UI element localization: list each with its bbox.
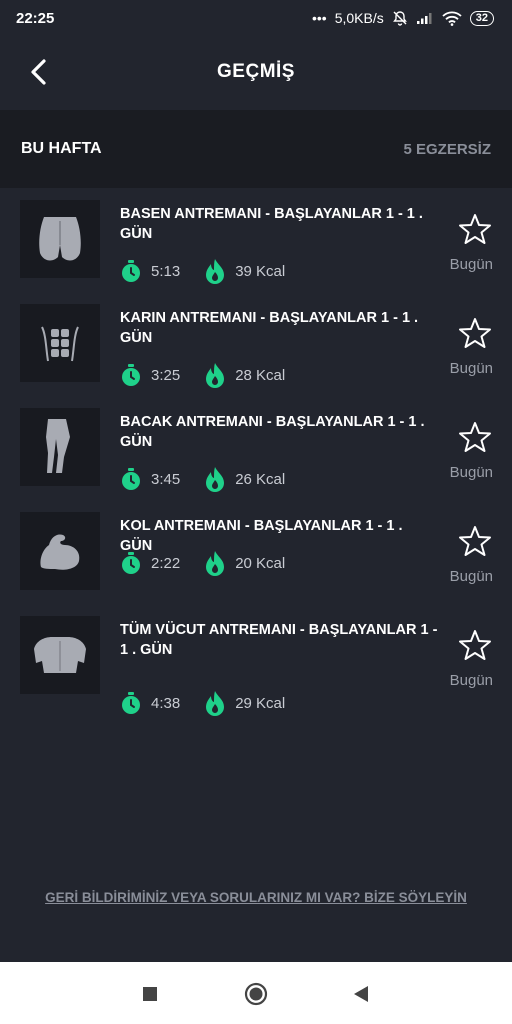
duration-stat: 3:25 [120,363,180,387]
calories-value: 26 Kcal [235,470,286,488]
abs-icon [41,326,79,362]
star-icon[interactable] [458,316,492,350]
workout-day: Bugün [449,464,493,481]
calories-stat: 28 Kcal [204,362,285,388]
app-header: GEÇMİŞ [0,36,512,108]
status-dots: ••• [312,10,327,26]
workout-title: BACAK ANTREMANI - BAŞLAYANLAR 1 - 1 . GÜ… [120,414,425,450]
calories-stat: 20 Kcal [204,550,285,576]
network-speed: 5,0KB/s [334,10,384,26]
feedback-link[interactable]: GERİ BİLDİRİMİNİZ VEYA SORULARINIZ MI VA… [0,890,512,905]
star-icon[interactable] [458,524,492,558]
workout-stats: 4:38 29 Kcal [120,690,285,716]
workout-thumbnail [20,304,100,382]
system-nav-bar [0,962,512,1024]
workout-title: BASEN ANTREMANI - BAŞLAYANLAR 1 - 1 . GÜ… [120,206,423,242]
workout-stats: 3:25 28 Kcal [120,362,285,388]
alarm-off-icon [392,10,408,26]
status-bar: 22:25 ••• 5,0KB/s 32 [0,0,512,36]
duration-stat: 2:22 [120,551,180,575]
calories-stat: 29 Kcal [204,690,285,716]
flame-icon [206,259,225,284]
star-icon[interactable] [458,628,492,662]
workout-thumbnail [20,408,100,486]
circle-icon [244,982,268,1006]
triangle-back-icon [354,986,368,1002]
duration-value: 5:13 [151,262,181,280]
glutes-icon [39,217,81,261]
star-icon[interactable] [458,212,492,246]
square-icon [143,987,157,1001]
page-title: GEÇMİŞ [217,61,295,82]
flame-icon [206,691,225,716]
duration-value: 2:22 [151,554,181,572]
workout-stats: 5:13 39 Kcal [120,258,285,284]
stopwatch-icon [122,552,140,574]
workout-day: Bugün [449,672,493,689]
workout-thumbnail [20,512,100,590]
calories-value: 20 Kcal [235,554,286,572]
stopwatch-icon [122,692,140,714]
status-time: 22:25 [16,9,55,27]
workout-item[interactable]: TÜM VÜCUT ANTREMANI - BAŞLAYANLAR 1 - 1 … [0,604,512,716]
week-title: BU HAFTA [21,140,102,157]
calories-value: 29 Kcal [235,694,286,712]
calories-value: 28 Kcal [235,366,286,384]
workout-thumbnail [20,200,100,278]
full-body-icon [34,637,86,673]
duration-stat: 5:13 [120,259,180,283]
flame-icon [206,551,225,576]
workout-day: Bugün [449,256,493,273]
workout-item[interactable]: KOL ANTREMANI - BAŞLAYANLAR 1 - 1 . GÜN … [0,500,512,596]
workout-day: Bugün [449,568,493,585]
stopwatch-icon [122,468,140,490]
back-nav-button[interactable] [350,983,372,1005]
workout-item[interactable]: BACAK ANTREMANI - BAŞLAYANLAR 1 - 1 . GÜ… [0,396,512,492]
calories-stat: 26 Kcal [204,466,285,492]
flame-icon [206,363,225,388]
workout-stats: 3:45 26 Kcal [120,466,285,492]
star-icon[interactable] [458,420,492,454]
battery-indicator: 32 [469,10,494,26]
week-summary-bar: BU HAFTA 5 EGZERSİZ [0,110,512,188]
workout-item[interactable]: BASEN ANTREMANI - BAŞLAYANLAR 1 - 1 . GÜ… [0,188,512,284]
duration-value: 4:38 [151,694,181,712]
workout-stats: 2:22 20 Kcal [120,550,285,576]
arm-icon [40,534,80,570]
workout-item[interactable]: KARIN ANTREMANI - BAŞLAYANLAR 1 - 1 . GÜ… [0,292,512,388]
exercise-count: 5 EGZERSİZ [403,140,491,158]
calories-value: 39 Kcal [235,262,286,280]
stopwatch-icon [122,260,140,282]
workout-thumbnail [20,616,100,694]
legs-icon [46,419,70,473]
workout-day: Bugün [449,360,493,377]
wifi-icon [442,11,462,26]
workout-title: TÜM VÜCUT ANTREMANI - BAŞLAYANLAR 1 - 1 … [120,622,438,658]
duration-value: 3:45 [151,470,181,488]
status-icons: ••• 5,0KB/s 32 [312,10,494,26]
duration-value: 3:25 [151,366,181,384]
workout-title: KARIN ANTREMANI - BAŞLAYANLAR 1 - 1 . GÜ… [120,310,419,346]
duration-stat: 4:38 [120,691,180,715]
home-button[interactable] [243,981,269,1007]
back-button[interactable] [20,54,56,90]
flame-icon [206,467,225,492]
stopwatch-icon [122,364,140,386]
signal-icon [416,11,434,25]
chevron-left-icon [31,59,46,85]
duration-stat: 3:45 [120,467,180,491]
recents-button[interactable] [140,984,160,1004]
calories-stat: 39 Kcal [204,258,285,284]
